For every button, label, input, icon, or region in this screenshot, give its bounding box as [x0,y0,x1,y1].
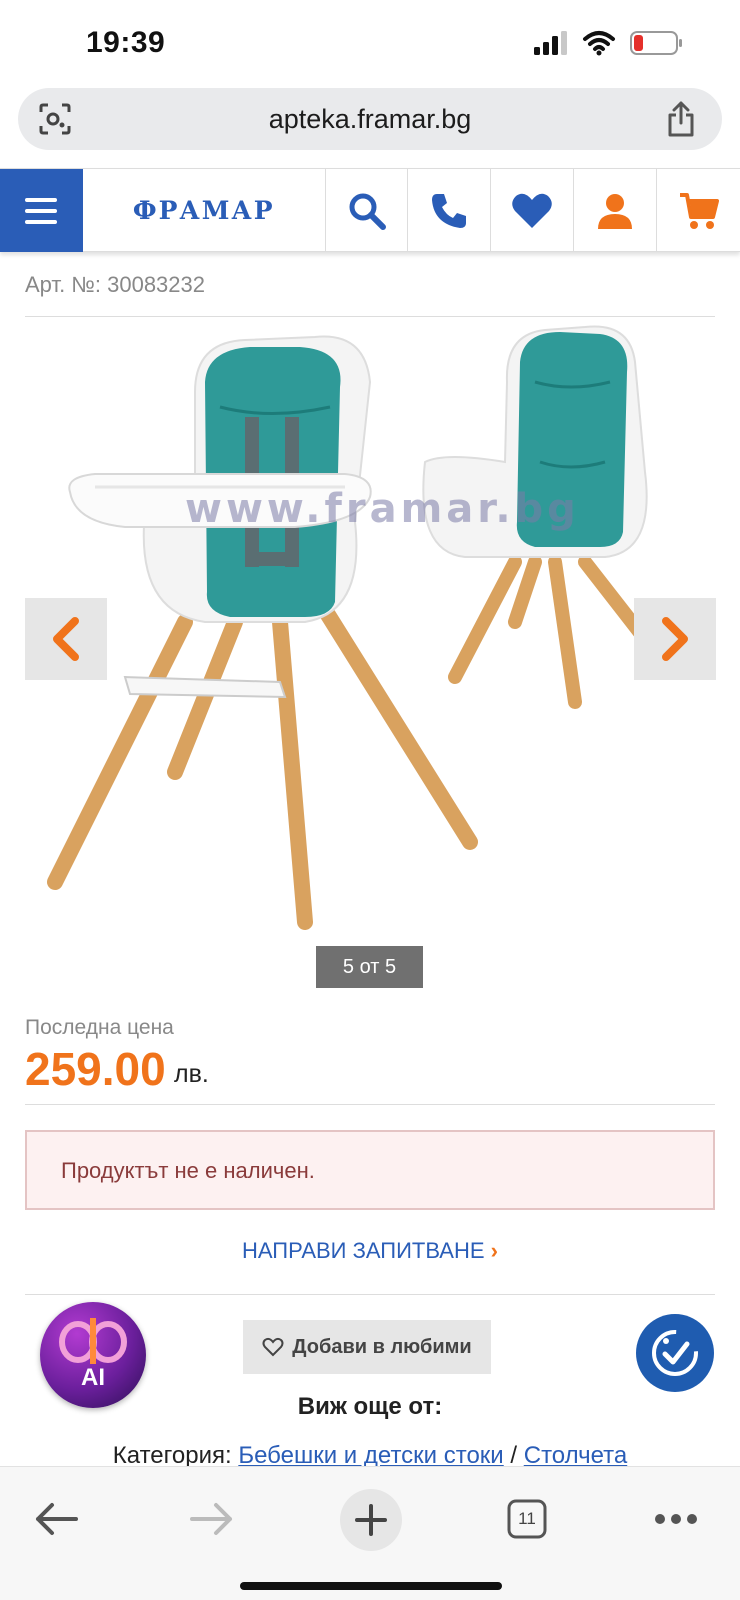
tab-count: 11 [518,1509,536,1528]
user-icon [598,193,633,229]
arrow-left-icon [36,1503,78,1535]
account-button[interactable] [574,169,658,252]
favorites-button[interactable] [491,169,575,252]
status-icons [534,30,684,56]
status-time: 19:39 [86,26,166,59]
category-link-chairs[interactable]: Столчета [524,1442,627,1469]
site-logo[interactable]: ФРАМАР [83,169,326,252]
availability-alert: Продуктът не е наличен. [25,1130,715,1210]
chevron-right-icon: › [490,1238,498,1263]
accessibility-icon [652,1330,698,1376]
url-text: apteka.framar.bg [268,104,472,134]
add-to-favorites-button[interactable]: Добави в любими [243,1320,491,1374]
phone-button[interactable] [408,169,492,252]
availability-text: Продуктът не е наличен. [61,1158,315,1183]
price-label: Последна цена [25,1016,174,1039]
plus-icon [355,1504,387,1536]
watermark-text: www.framar.bg [185,486,580,532]
accessibility-button[interactable] [636,1314,714,1392]
category-separator: / [510,1442,518,1469]
hamburger-icon [25,197,58,224]
arrow-right-icon [190,1503,232,1535]
site-header: ФРАМАР [0,168,740,252]
image-counter: 5 от 5 [316,946,423,988]
price-value: 259.00 [25,1043,166,1095]
framar-logo-icon [59,1318,127,1364]
search-icon [349,193,386,230]
more-dots-icon [655,1514,697,1524]
divider [25,1104,715,1105]
favorites-label: Добави в любими [292,1335,472,1358]
category-prefix: Категория: [112,1442,232,1469]
home-indicator [240,1582,502,1590]
share-icon[interactable] [666,101,696,142]
signal-icon [534,31,567,55]
gallery-prev-button[interactable] [25,598,107,680]
heart-icon [512,193,553,228]
phone-icon [432,193,467,228]
inquiry-label: НАПРАВИ ЗАПИТВАНЕ [241,1238,485,1263]
tabs-button[interactable]: 11 [504,1493,550,1545]
cart-icon [679,192,719,229]
address-bar[interactable]: apteka.framar.bg [18,88,722,150]
divider [25,316,715,317]
wifi-icon [583,31,615,56]
gallery-next-button[interactable] [634,598,716,680]
chevron-right-icon [662,617,688,661]
see-more-heading: Виж още от: [297,1393,443,1420]
more-button[interactable] [650,1493,702,1545]
logo-text: ФРАМАР [132,196,275,225]
chevron-left-icon [53,617,79,661]
cart-button[interactable] [657,169,740,252]
inquiry-link[interactable]: НАПРАВИ ЗАПИТВАНЕ › [0,1238,740,1264]
heart-outline-icon [262,1337,284,1357]
category-link-baby-goods[interactable]: Бебешки и детски стоки [238,1442,503,1469]
forward-button[interactable] [186,1493,238,1545]
battery-low-icon [630,31,682,55]
divider [25,1294,715,1295]
product-image[interactable]: www.framar.bg [45,322,685,952]
price-currency: лв. [174,1060,209,1088]
new-tab-button[interactable] [340,1489,402,1551]
article-number: Арт. №: 30083232 [25,272,205,297]
browser-toolbar: 11 [0,1466,740,1600]
search-button[interactable] [326,169,409,252]
menu-button[interactable] [0,169,83,252]
back-button[interactable] [30,1493,82,1545]
ai-label: AI [81,1364,105,1391]
high-chair-illustration: www.framar.bg [47,325,662,930]
status-bar: 19:39 [0,0,740,86]
